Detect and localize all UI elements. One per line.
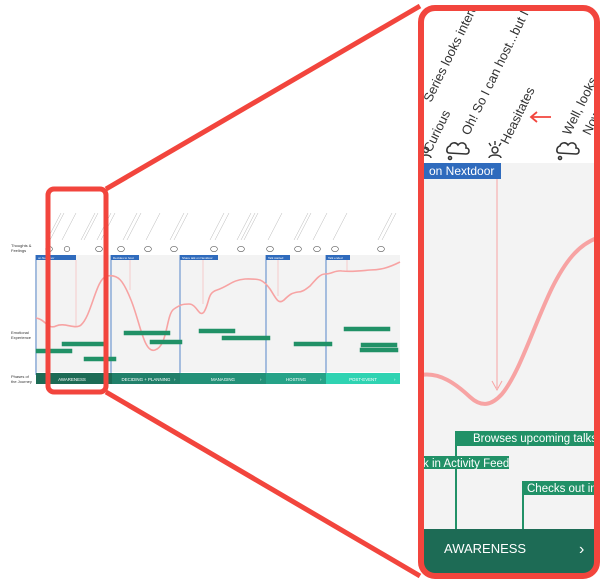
zoom-stage-header-label: on Nextdoor: [429, 164, 494, 178]
activity-note-label: k in Activity Feed: [423, 458, 509, 470]
journey-map-canvas: Thoughts & Feelings Emotional Experience…: [0, 0, 600, 581]
zoom-phase-label: AWARENESS: [444, 541, 526, 556]
zoom-emotion-band: [421, 163, 597, 529]
zoom-panel: on Nextdoor Browses upcoming talks k in …: [418, 5, 600, 579]
chevron-right-icon: ›: [579, 541, 584, 558]
activity-note-label: Browses upcoming talks: [473, 433, 597, 445]
activity-note-label: Checks out info: [527, 483, 600, 495]
